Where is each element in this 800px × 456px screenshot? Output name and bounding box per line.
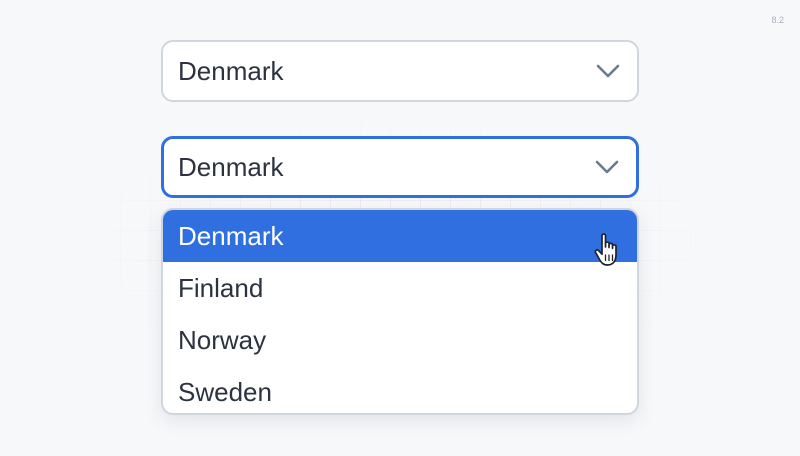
option-denmark[interactable]: Denmark [163,210,637,266]
chevron-down-icon [596,64,620,78]
version-label: 8.2 [771,15,784,25]
dropdown-list: Denmark Finland Norway Sweden [161,208,639,415]
country-select-closed[interactable]: Denmark [161,40,639,102]
option-norway[interactable]: Norway [163,314,637,366]
country-select-open[interactable]: Denmark [161,136,639,198]
option-label: Norway [178,324,267,355]
option-finland[interactable]: Finland [163,262,637,314]
option-label: Finland [178,272,264,303]
option-label: Sweden [178,376,272,407]
chevron-down-icon [595,160,619,174]
option-sweden[interactable]: Sweden [163,366,637,413]
select-value: Denmark [178,55,284,86]
option-label: Denmark [178,220,284,251]
select-value: Denmark [178,151,284,182]
